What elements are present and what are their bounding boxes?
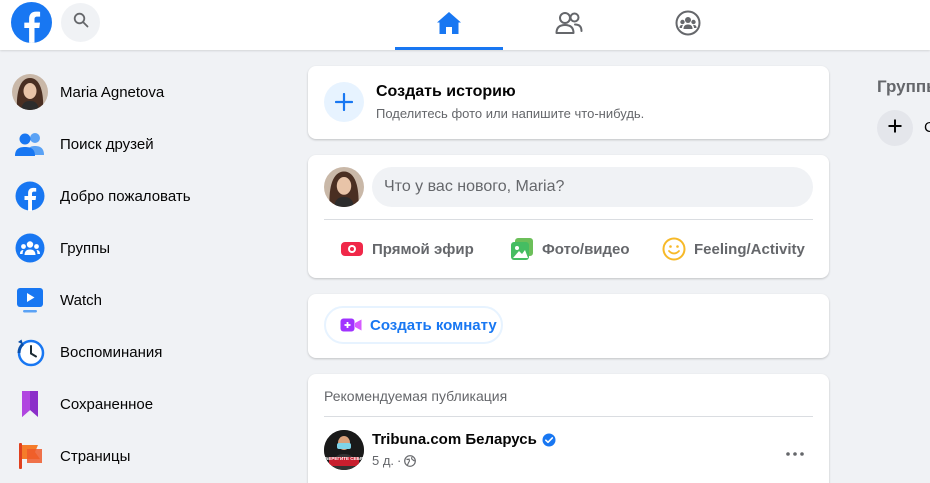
sidebar-item-find-friends[interactable]: Поиск друзей: [8, 119, 258, 169]
right-groups-title: Группы: [877, 77, 930, 96]
sidebar-item-pages[interactable]: Страницы: [8, 431, 258, 481]
smiley-icon: [662, 237, 686, 261]
feeling-activity-button[interactable]: Feeling/Activity: [662, 229, 805, 269]
sidebar-item-watch[interactable]: Watch: [8, 275, 258, 325]
memories-clock-icon: [12, 334, 48, 370]
create-group-button[interactable]: [877, 110, 913, 146]
sidebar-item-welcome[interactable]: Добро пожаловать: [8, 171, 258, 221]
photo-video-button[interactable]: Фото/видео: [510, 229, 630, 269]
post-author-name: Tribuna.com Беларусь: [372, 431, 537, 448]
groups-icon: [12, 230, 48, 266]
search-button[interactable]: [61, 3, 100, 42]
recommended-post-header: Рекомендуемая публикация: [324, 388, 508, 404]
top-navigation-bar: [0, 0, 930, 50]
whats-on-your-mind-input[interactable]: Что у вас нового, Maria?: [372, 167, 813, 207]
home-icon: [436, 11, 462, 40]
more-dots-icon: [786, 443, 804, 461]
tab-friends[interactable]: [515, 0, 623, 50]
post-meta: 5 д. ·: [372, 453, 417, 468]
photo-video-label: Фото/видео: [542, 240, 630, 258]
sidebar-item-label: Группы: [60, 239, 110, 257]
sidebar-item-label: Страницы: [60, 447, 131, 465]
watch-icon: [12, 282, 48, 318]
live-video-button[interactable]: Прямой эфир: [340, 229, 474, 269]
post-author[interactable]: Tribuna.com Беларусь: [372, 431, 556, 448]
more-options-button[interactable]: [777, 434, 813, 470]
friends-icon: [12, 126, 48, 162]
divider: [324, 416, 813, 417]
facebook-icon: [12, 178, 48, 214]
create-story-title: Создать историю: [376, 83, 516, 100]
friends-icon: [555, 11, 583, 40]
tab-groups[interactable]: [634, 0, 742, 50]
recommended-post-card: Рекомендуемая публикация БЕРЕГИТЕ СЕБЯ T…: [308, 374, 829, 483]
globe-icon: [404, 454, 417, 467]
photo-icon: [510, 237, 534, 261]
sidebar-item-label: Watch: [60, 291, 102, 309]
sidebar-item-saved[interactable]: Сохраненное: [8, 379, 258, 429]
meta-separator: ·: [397, 453, 402, 468]
create-group-label[interactable]: С: [924, 119, 930, 136]
sidebar-item-groups[interactable]: Группы: [8, 223, 258, 273]
page-avatar[interactable]: БЕРЕГИТЕ СЕБЯ: [324, 430, 364, 470]
video-room-icon: [340, 314, 362, 336]
bookmark-icon: [12, 386, 48, 422]
sidebar-item-memories[interactable]: Воспоминания: [8, 327, 258, 377]
avatar-text: БЕРЕГИТЕ СЕБЯ: [325, 456, 363, 461]
sidebar-item-label: Maria Agnetova: [60, 83, 165, 101]
create-room-label: Создать комнату: [370, 316, 497, 334]
feeling-activity-label: Feeling/Activity: [694, 240, 805, 258]
verified-badge-icon: [542, 433, 556, 447]
create-room-button[interactable]: Создать комнату: [324, 306, 503, 344]
post-composer-card: Что у вас нового, Maria? Прямой эфир Фот…: [308, 155, 829, 278]
sidebar-item-label: Воспоминания: [60, 343, 163, 361]
facebook-logo-icon[interactable]: [11, 2, 52, 43]
sidebar-item-label: Поиск друзей: [60, 135, 154, 153]
sidebar-item-label: Добро пожаловать: [60, 187, 191, 205]
avatar: [12, 74, 48, 110]
search-icon: [73, 12, 89, 33]
create-story-card[interactable]: Создать историю Поделитесь фото или напи…: [308, 66, 829, 139]
groups-icon: [675, 10, 701, 41]
post-time[interactable]: 5 д.: [372, 453, 394, 468]
live-video-label: Прямой эфир: [372, 240, 474, 258]
live-video-icon: [340, 237, 364, 261]
tab-home[interactable]: [395, 0, 503, 50]
divider: [324, 219, 813, 220]
plus-icon[interactable]: [324, 82, 364, 122]
pages-flag-icon: [12, 438, 48, 474]
sidebar-item-label: Сохраненное: [60, 395, 154, 413]
plus-icon: [888, 119, 902, 138]
avatar[interactable]: [324, 167, 364, 207]
create-story-subtitle: Поделитесь фото или напишите что-нибудь.: [376, 106, 645, 121]
create-room-card: Создать комнату: [308, 294, 829, 358]
sidebar-item-profile[interactable]: Maria Agnetova: [8, 67, 258, 117]
